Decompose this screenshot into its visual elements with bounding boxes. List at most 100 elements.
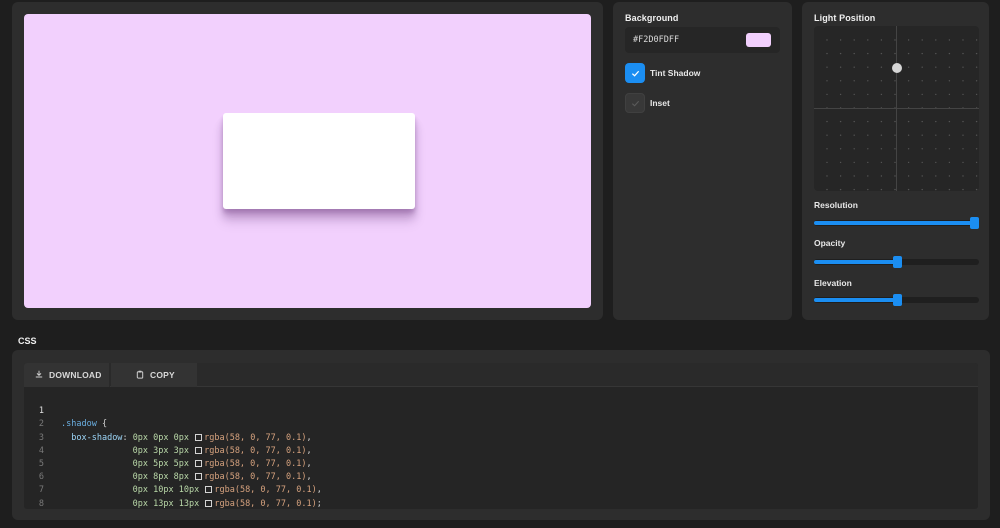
download-button[interactable]: DOWNLOAD <box>24 363 110 387</box>
grid-dot <box>975 80 978 82</box>
grid-dot <box>921 134 923 136</box>
color-swatch-icon <box>205 499 213 507</box>
code-line: 2 box-shadow: 0px 0px 0px rgba(58, 0, 77… <box>24 405 978 442</box>
resolution-slider-thumb[interactable] <box>970 217 979 229</box>
grid-dot <box>839 93 842 96</box>
grid-dot <box>962 175 964 177</box>
inset-label[interactable]: Inset <box>650 98 670 108</box>
elevation-slider-fill <box>814 298 897 302</box>
grid-dot <box>921 148 923 150</box>
grid-dot <box>975 148 978 150</box>
grid-dot <box>880 161 883 164</box>
grid-dot <box>921 120 923 123</box>
resolution-slider[interactable] <box>814 217 979 229</box>
grid-dot <box>839 175 842 177</box>
grid-dot <box>839 80 842 82</box>
light-position-pad[interactable] <box>814 26 979 191</box>
grid-dot <box>948 134 951 136</box>
grid-dot <box>921 52 923 55</box>
grid-dot <box>962 148 964 150</box>
shadow-blur: 13px <box>178 498 200 509</box>
grid-dot <box>935 134 937 136</box>
grid-dot <box>867 120 869 123</box>
grid-dot <box>880 80 883 82</box>
light-position-handle[interactable] <box>892 63 902 73</box>
grid-dot <box>907 39 910 41</box>
grid-dot <box>975 52 978 55</box>
elevation-slider-thumb[interactable] <box>893 294 902 306</box>
grid-dot <box>935 52 937 55</box>
inset-checkbox[interactable] <box>625 93 645 113</box>
code-editor[interactable]: DOWNLOAD COPY 1 .shadow { 2 box-shadow: … <box>24 363 978 509</box>
shadow-y: 13px <box>153 498 174 509</box>
background-panel: Background #F2D0FDFF Tint Shadow Inset <box>613 2 792 320</box>
background-color-swatch[interactable] <box>746 33 771 47</box>
tint-shadow-checkbox[interactable] <box>625 63 645 83</box>
grid-dot <box>867 175 869 177</box>
background-color-input[interactable]: #F2D0FDFF <box>625 27 780 53</box>
grid-dot <box>975 120 978 123</box>
grid-dot <box>948 175 951 177</box>
grid-dot <box>907 188 910 191</box>
grid-dot <box>826 148 828 150</box>
download-label[interactable]: DOWNLOAD <box>49 370 102 380</box>
grid-dot <box>853 188 855 191</box>
grid-dot <box>853 148 855 150</box>
grid-dot <box>880 52 883 55</box>
copy-icon <box>136 370 144 381</box>
code-line: 8 } <box>24 484 978 509</box>
grid-dot <box>839 52 842 55</box>
grid-dot <box>975 93 978 96</box>
grid-dot <box>907 66 910 68</box>
grid-dot <box>826 134 828 136</box>
grid-dot <box>935 66 937 68</box>
grid-dot <box>962 93 964 96</box>
grid-dot <box>948 148 951 150</box>
opacity-slider-thumb[interactable] <box>893 256 902 268</box>
elevation-slider[interactable] <box>814 294 979 306</box>
grid-dot <box>962 52 964 55</box>
grid-dot <box>853 161 855 164</box>
grid-dot <box>948 80 951 82</box>
opacity-slider[interactable] <box>814 256 979 268</box>
grid-dot <box>907 120 910 123</box>
grid-dot <box>948 52 951 55</box>
code-line: 1 .shadow { <box>24 392 978 429</box>
resolution-label: Resolution <box>814 200 858 210</box>
grid-dot <box>880 175 883 177</box>
grid-dot <box>826 175 828 177</box>
grid-dot <box>839 120 842 123</box>
background-title: Background <box>625 13 679 23</box>
code-line: 6 0px 10px 10px rgba(58, 0, 77, 0.1), <box>24 458 978 495</box>
grid-dot <box>867 148 869 150</box>
light-panel: Light Position Resolution Opacity Elevat… <box>802 2 989 320</box>
grid-dot <box>948 120 951 123</box>
grid-dot <box>826 120 828 123</box>
grid-dot <box>853 93 855 96</box>
copy-label[interactable]: COPY <box>150 370 175 380</box>
grid-dot <box>962 39 964 41</box>
grid-dot <box>962 161 964 164</box>
grid-dot <box>853 134 855 136</box>
grid-dot <box>867 134 869 136</box>
grid-dot <box>839 188 842 191</box>
grid-dot <box>880 120 883 123</box>
background-hex-value[interactable]: #F2D0FDFF <box>633 35 679 45</box>
grid-dot <box>853 52 855 55</box>
copy-button[interactable]: COPY <box>111 363 197 387</box>
code-line: 5 0px 8px 8px rgba(58, 0, 77, 0.1), <box>24 445 978 482</box>
preview-panel <box>12 2 603 320</box>
grid-dot <box>935 120 937 123</box>
shadow-color: rgba(58, 0, 77, 0.1) <box>214 498 317 509</box>
light-position-title: Light Position <box>814 13 876 23</box>
opacity-slider-fill <box>814 260 897 264</box>
grid-dot <box>880 134 883 136</box>
shadow-preview-card <box>223 113 415 209</box>
grid-dot <box>935 80 937 82</box>
grid-dot <box>935 175 937 177</box>
code-toolbar: DOWNLOAD COPY <box>24 363 978 387</box>
grid-dot <box>935 39 937 41</box>
grid-dot <box>867 188 869 191</box>
code-line: 3 0px 3px 3px rgba(58, 0, 77, 0.1), <box>24 418 978 456</box>
tint-shadow-label[interactable]: Tint Shadow <box>650 68 700 78</box>
